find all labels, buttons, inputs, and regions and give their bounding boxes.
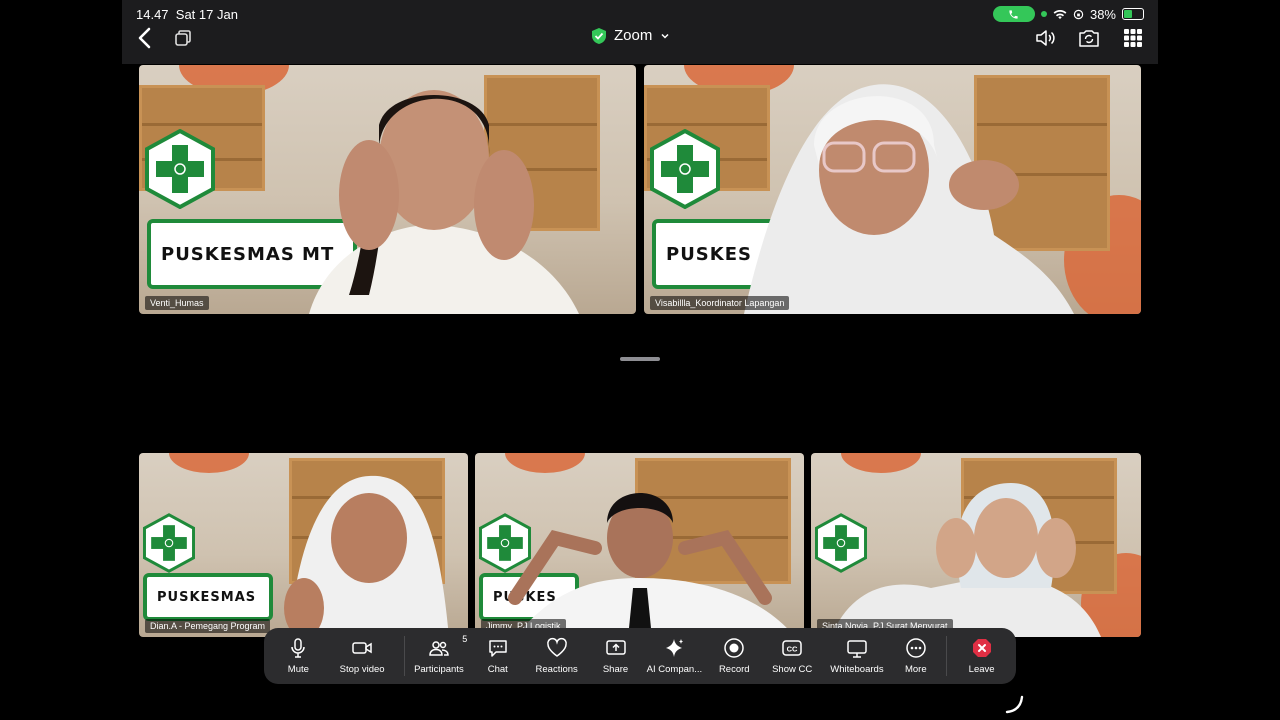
participant-video-5	[831, 483, 1101, 637]
video-tile-2[interactable]: PUSKES Visabillla_Koordinator Lapangan	[644, 65, 1141, 314]
participant-name-label: Dian.A - Pemegang Program	[145, 619, 271, 633]
whiteboards-button[interactable]: Whiteboards	[825, 628, 890, 684]
meeting-toolbar: Mute Stop video 5 Participants Chat Reac…	[264, 628, 1016, 684]
top-bar: 14.47 Sat 17 Jan 38% Zoom	[122, 0, 1158, 64]
status-time: 14.47 Sat 17 Jan	[136, 7, 238, 22]
participant-name-label: Visabillla_Koordinator Lapangan	[650, 296, 790, 310]
chat-bubble-icon	[489, 640, 507, 657]
participant-video-3	[284, 475, 449, 637]
reactions-label: Reactions	[535, 664, 578, 675]
leave-x-icon	[972, 639, 991, 657]
video-tile-5[interactable]: Sinta Novia_PJ Surat Menyurat	[811, 453, 1141, 637]
heart-icon	[546, 637, 567, 657]
closed-caption-icon: CC	[782, 640, 802, 656]
speaker-icon[interactable]	[1034, 27, 1056, 49]
status-indicators: 38%	[992, 6, 1144, 22]
orientation-lock-icon	[1073, 9, 1084, 19]
share-button[interactable]: Share	[591, 628, 640, 684]
participant-video-1	[309, 90, 579, 314]
share-screen-icon	[605, 640, 626, 655]
record-label: Record	[718, 664, 750, 675]
ipad-screen: 14.47 Sat 17 Jan 38% Zoom PUSKESMAS MT V…	[122, 0, 1158, 720]
active-call-pill[interactable]	[992, 6, 1035, 22]
participant-video-2	[744, 84, 1074, 314]
stop-video-label: Stop video	[339, 664, 385, 675]
chevron-down-icon	[661, 33, 669, 39]
svg-text:CC: CC	[787, 645, 798, 654]
record-button[interactable]: Record	[709, 628, 760, 684]
nav-actions	[1034, 27, 1144, 49]
puskesmas-logo-icon	[145, 129, 215, 209]
whiteboard-icon	[847, 640, 867, 658]
video-camera-icon	[352, 642, 372, 654]
more-button[interactable]: More	[889, 628, 942, 684]
battery-icon	[1122, 8, 1144, 20]
switch-camera-icon[interactable]	[1078, 27, 1100, 49]
participant-name-label: Venti_Humas	[145, 296, 209, 310]
participant-video-4	[508, 493, 795, 637]
more-label: More	[904, 664, 927, 675]
gallery-grid-icon[interactable]	[1122, 27, 1144, 49]
video-tile-4[interactable]: PUSKES Jimmy_PJ Logistik	[475, 453, 804, 637]
video-tile-1[interactable]: PUSKESMAS MT Venti_Humas	[139, 65, 636, 314]
shield-check-icon	[592, 27, 606, 44]
status-date: Sat 17 Jan	[175, 7, 238, 22]
status-clock: 14.47	[136, 7, 169, 22]
battery-percent: 38%	[1089, 6, 1116, 22]
reactions-button[interactable]: Reactions	[522, 628, 591, 684]
participants-button[interactable]: 5 Participants	[405, 628, 474, 684]
puskesmas-logo-icon	[650, 129, 720, 209]
participants-icon	[429, 641, 449, 656]
chat-button[interactable]: Chat	[473, 628, 522, 684]
microphone-icon	[291, 638, 306, 658]
meeting-title: Zoom	[614, 27, 653, 44]
leave-label: Leave	[968, 664, 995, 675]
puskesmas-logo-icon	[143, 513, 195, 573]
whiteboards-label: Whiteboards	[830, 664, 884, 675]
camera-in-use-dot	[1040, 11, 1047, 17]
layout-drag-handle[interactable]	[620, 357, 660, 361]
ai-companion-button[interactable]: AI Compan...	[640, 628, 709, 684]
phone-icon	[1009, 9, 1019, 19]
wifi-icon	[1053, 9, 1067, 19]
loading-spinner-icon	[1005, 695, 1024, 714]
ai-companion-label: AI Compan...	[646, 664, 703, 675]
chat-label: Chat	[487, 664, 508, 675]
stop-video-button[interactable]: Stop video	[333, 628, 392, 684]
sparkle-icon	[666, 639, 684, 657]
more-dots-icon	[906, 638, 926, 658]
participants-label: Participants	[414, 664, 464, 675]
show-cc-label: Show CC	[772, 664, 813, 675]
back-chevron-icon[interactable]	[134, 26, 156, 50]
leave-button[interactable]: Leave	[947, 628, 1016, 684]
mute-label: Mute	[287, 664, 309, 675]
meeting-title-dropdown[interactable]: Zoom	[592, 27, 670, 44]
mute-button[interactable]: Mute	[264, 628, 333, 684]
participants-count: 5	[462, 634, 468, 644]
minimize-window-icon[interactable]	[174, 29, 192, 47]
video-tile-3[interactable]: PUSKESMAS Dian.A - Pemegang Program	[139, 453, 468, 637]
share-label: Share	[602, 664, 629, 675]
show-cc-button[interactable]: CC Show CC	[760, 628, 825, 684]
record-icon	[724, 638, 744, 658]
